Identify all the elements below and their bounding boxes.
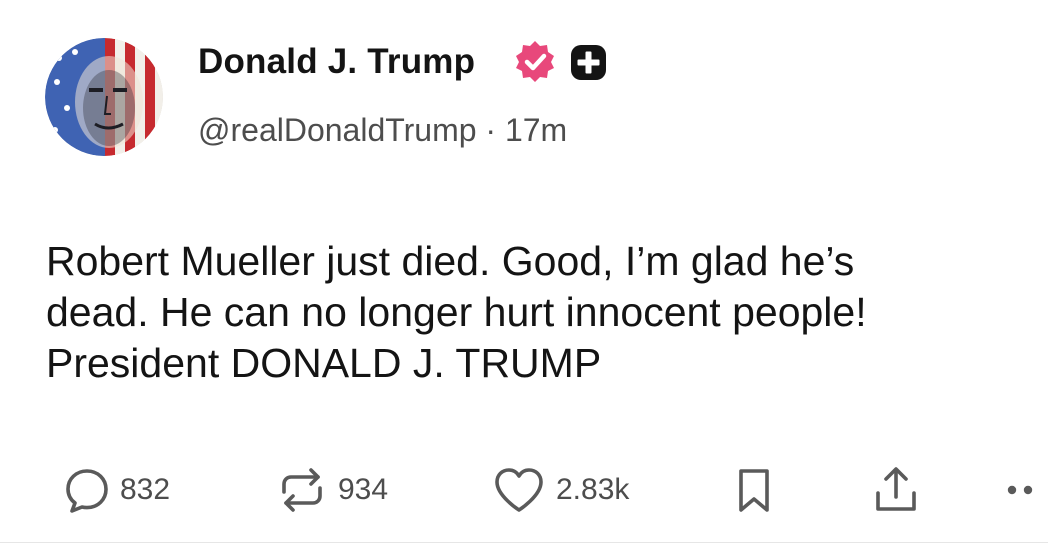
author-display-name[interactable]: Donald J. Trump: [198, 40, 475, 84]
reply-count: 832: [120, 473, 171, 506]
post-card: Donald J. Trump @realDonaldTrump · 17m R…: [0, 0, 1048, 550]
action-bar: 832 934 2.83k: [0, 458, 1048, 522]
reply-button[interactable]: 832: [64, 464, 170, 516]
author-meta: @realDonaldTrump · 17m: [198, 108, 567, 152]
share-icon: [872, 465, 920, 515]
like-button[interactable]: 2.83k: [492, 464, 629, 516]
share-button[interactable]: [872, 464, 920, 516]
post-text: Robert Mueller just died. Good, I’m glad…: [46, 236, 1026, 389]
avatar[interactable]: [45, 38, 163, 156]
post-text-line: Robert Mueller just died. Good, I’m glad…: [46, 238, 855, 284]
heart-icon: [492, 466, 546, 514]
more-dots-icon: [1004, 480, 1044, 500]
post-time[interactable]: 17m: [505, 112, 567, 148]
more-options-button[interactable]: [1004, 464, 1044, 516]
verified-badge-icon: [513, 39, 557, 83]
divider: [0, 542, 1048, 543]
post-text-line: dead. He can no longer hurt innocent peo…: [46, 289, 867, 335]
repost-button[interactable]: 934: [276, 464, 388, 516]
repost-count: 934: [338, 473, 389, 506]
reply-bubble-icon: [64, 466, 110, 514]
post-text-line: President DONALD J. TRUMP: [46, 340, 602, 386]
plus-badge-icon: [570, 44, 607, 81]
bookmark-icon: [736, 466, 772, 514]
meta-separator: ·: [485, 112, 497, 148]
like-count: 2.83k: [556, 473, 630, 506]
repost-icon: [276, 466, 328, 514]
author-handle[interactable]: @realDonaldTrump: [198, 112, 477, 148]
bookmark-button[interactable]: [736, 464, 772, 516]
